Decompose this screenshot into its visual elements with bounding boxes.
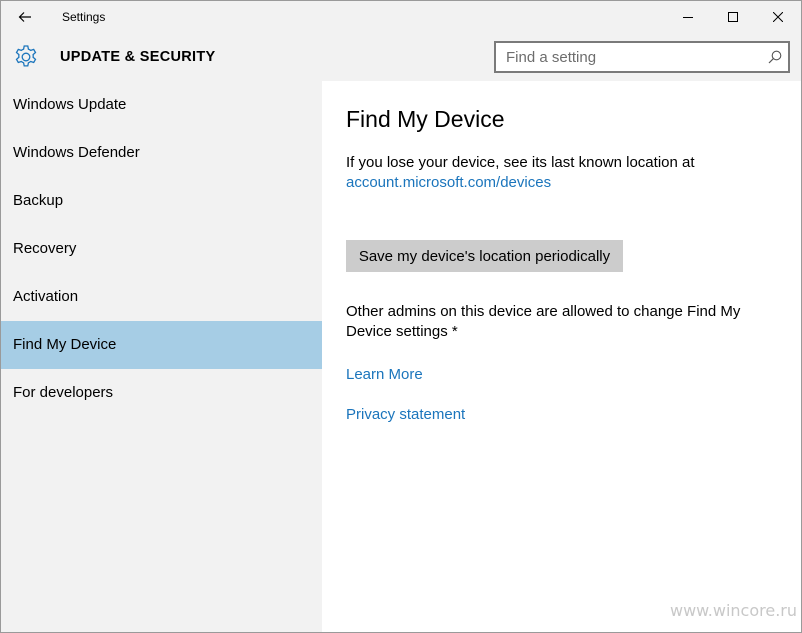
search-icon[interactable]: [768, 50, 782, 64]
maximize-button[interactable]: [710, 1, 756, 33]
section-title: UPDATE & SECURITY: [60, 49, 216, 65]
search-input[interactable]: [496, 43, 758, 71]
gear-icon: [15, 45, 37, 67]
page-title: Find My Device: [346, 106, 505, 132]
account-devices-link[interactable]: account.microsoft.com/devices: [346, 173, 786, 193]
privacy-statement-link[interactable]: Privacy statement: [346, 406, 465, 423]
minimize-icon: [683, 17, 693, 18]
close-icon: [773, 12, 783, 22]
watermark: www.wincore.ru: [669, 601, 797, 620]
back-button[interactable]: [1, 1, 49, 33]
sidebar-item-backup[interactable]: Backup: [1, 177, 322, 225]
minimize-button[interactable]: [665, 1, 711, 33]
settings-window: Settings UPDATE & SECURITY Find a settin…: [0, 0, 802, 633]
sidebar-nav: Windows Update Windows Defender Backup R…: [1, 81, 322, 632]
admins-info-text: Other admins on this device are allowed …: [346, 303, 741, 340]
window-title: Settings: [62, 10, 106, 24]
description-text: If you lose your device, see its last kn…: [346, 153, 786, 193]
sidebar-item-activation[interactable]: Activation: [1, 273, 322, 321]
sidebar-item-for-developers[interactable]: For developers: [1, 369, 322, 417]
sidebar-item-windows-update[interactable]: Windows Update: [1, 81, 322, 129]
maximize-icon: [728, 12, 738, 22]
description-label: If you lose your device, see its last kn…: [346, 154, 695, 171]
save-location-button[interactable]: Save my device's location periodically: [346, 240, 623, 272]
learn-more-link[interactable]: Learn More: [346, 366, 423, 383]
sidebar-item-recovery[interactable]: Recovery: [1, 225, 322, 273]
main-content: Find My Device If you lose your device, …: [322, 81, 801, 632]
search-box[interactable]: [494, 41, 790, 73]
sidebar-item-windows-defender[interactable]: Windows Defender: [1, 129, 322, 177]
close-button[interactable]: [755, 1, 801, 33]
sidebar-item-find-my-device[interactable]: Find My Device: [1, 321, 322, 369]
title-bar: Settings: [1, 1, 801, 33]
page-header: UPDATE & SECURITY: [1, 33, 801, 81]
back-arrow-icon: [18, 12, 31, 22]
